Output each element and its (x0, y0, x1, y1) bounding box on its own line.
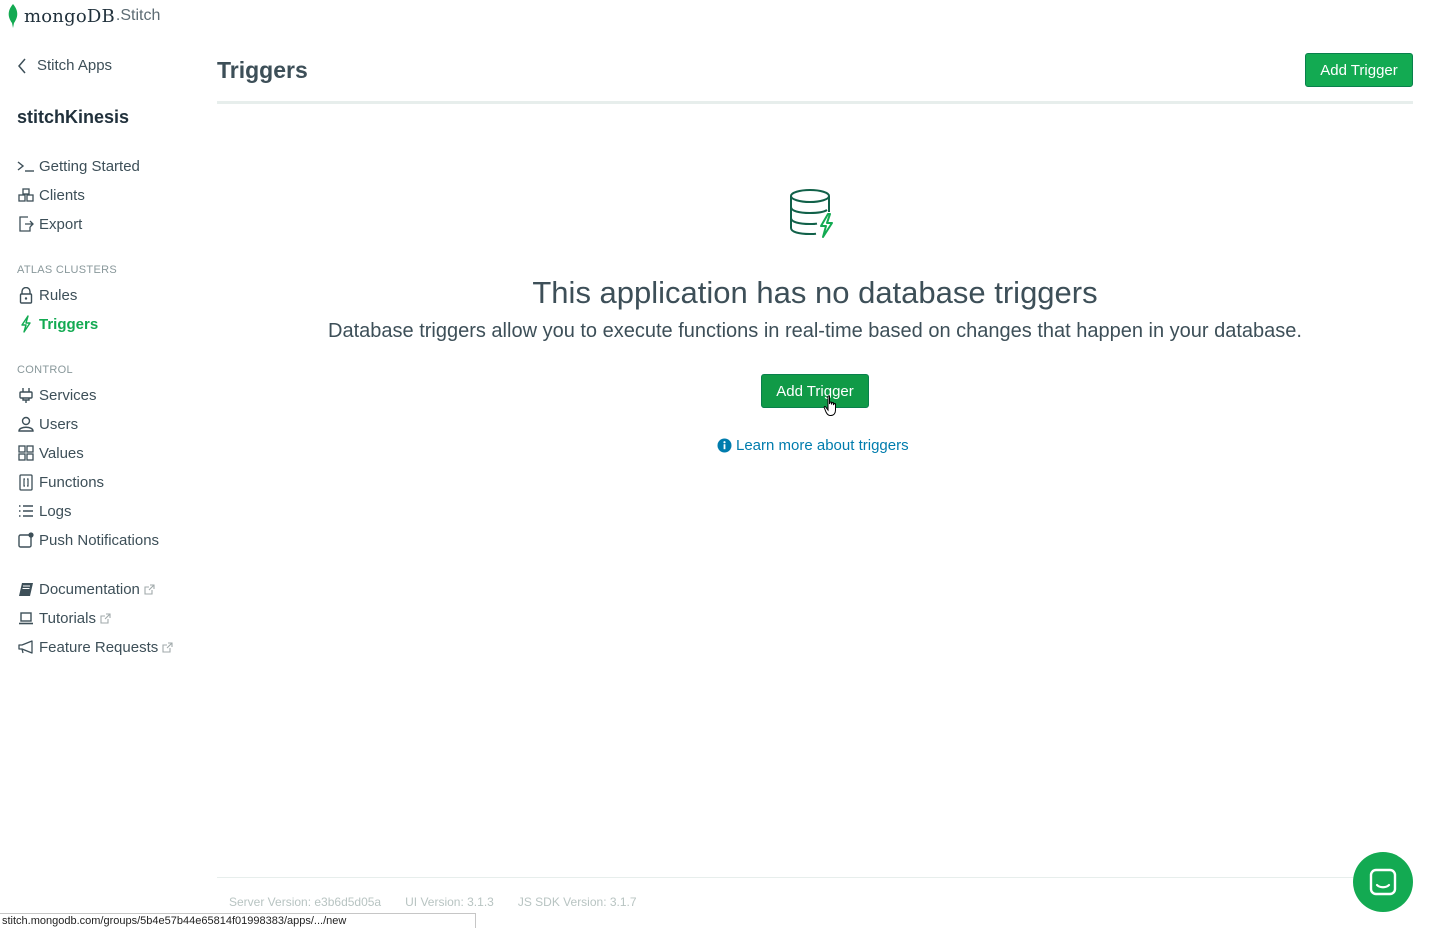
sidebar-item-label: Functions (39, 473, 105, 491)
info-icon (717, 438, 732, 453)
terminal-icon (17, 157, 35, 175)
add-trigger-button[interactable]: Add Trigger (1305, 53, 1413, 87)
sidebar-item-label: Rules (39, 286, 78, 304)
export-icon (17, 215, 35, 233)
sdk-version: JS SDK Version: 3.1.7 (517, 895, 637, 909)
book-icon (17, 580, 35, 598)
chat-icon (1369, 868, 1397, 896)
laptop-icon (17, 609, 35, 627)
sidebar-item-tutorials[interactable]: Tutorials (17, 607, 111, 629)
function-file-icon (17, 473, 35, 491)
sidebar-item-values[interactable]: Values (17, 442, 84, 464)
plug-icon (17, 386, 35, 404)
sidebar-item-label: Tutorials (39, 609, 96, 627)
sidebar-item-clients[interactable]: Clients (17, 184, 85, 206)
sidebar-item-label: Documentation (39, 580, 140, 598)
sidebar-item-getting-started[interactable]: Getting Started (17, 155, 140, 177)
sidebar-item-logs[interactable]: Logs (17, 500, 72, 522)
sidebar-item-label: Push Notifications (39, 531, 160, 549)
sidebar-item-documentation[interactable]: Documentation (17, 578, 155, 600)
version-footer: Server Version: e3b6d5d05a UI Version: 3… (229, 895, 637, 909)
sidebar: Stitch Apps stitchKinesis Getting Starte… (0, 0, 200, 928)
sidebar-item-label: Users (39, 415, 79, 433)
bolt-icon (17, 315, 35, 333)
chat-support-button[interactable] (1353, 852, 1413, 912)
sidebar-item-label: Feature Requests (39, 638, 159, 656)
server-version: Server Version: e3b6d5d05a (229, 895, 382, 909)
empty-state-title: This application has no database trigger… (532, 275, 1098, 310)
sidebar-item-rules[interactable]: Rules (17, 284, 77, 306)
external-link-icon (144, 583, 155, 595)
notification-icon (17, 531, 35, 549)
browser-status-url: stitch.mongodb.com/groups/5b4e57b44e6581… (0, 913, 476, 928)
sidebar-item-services[interactable]: Services (17, 384, 97, 406)
learn-more-label: Learn more about triggers (736, 437, 909, 454)
database-trigger-icon (790, 189, 833, 238)
lock-icon (17, 286, 35, 304)
clients-icon (17, 186, 35, 204)
external-link-icon (100, 612, 111, 624)
sidebar-item-triggers[interactable]: Triggers (17, 313, 98, 335)
list-icon (17, 502, 35, 520)
section-label-atlas-clusters: ATLAS CLUSTERS (17, 264, 117, 276)
sidebar-item-label: Getting Started (39, 157, 140, 175)
app-name: stitchKinesis (17, 107, 130, 127)
sidebar-item-export[interactable]: Export (17, 213, 82, 235)
sidebar-item-functions[interactable]: Functions (17, 471, 104, 493)
sidebar-item-label: Triggers (39, 315, 99, 333)
hand-pointer-cursor-icon (823, 395, 836, 416)
sidebar-item-label: Export (39, 215, 83, 233)
footer-divider (217, 877, 1413, 878)
back-to-stitch-apps-link[interactable]: Stitch Apps (17, 57, 112, 74)
external-link-icon (162, 641, 173, 653)
sidebar-item-feature-requests[interactable]: Feature Requests (17, 636, 173, 658)
page-title: Triggers (217, 57, 308, 83)
header-divider (217, 101, 1413, 104)
sidebar-item-users[interactable]: Users (17, 413, 78, 435)
section-label-control: CONTROL (17, 364, 73, 376)
sidebar-item-label: Values (39, 444, 84, 462)
megaphone-icon (17, 638, 35, 656)
sidebar-item-label: Clients (39, 186, 85, 204)
sidebar-item-label: Logs (39, 502, 72, 520)
add-trigger-center-button[interactable]: Add Trigger (761, 374, 869, 408)
back-link-label: Stitch Apps (37, 57, 113, 74)
learn-more-triggers-link[interactable]: Learn more about triggers (717, 437, 909, 454)
user-icon (17, 415, 35, 433)
chevron-left-icon (18, 58, 26, 73)
empty-state-description: Database triggers allow you to execute f… (328, 320, 1302, 342)
ui-version: UI Version: 3.1.3 (405, 895, 494, 909)
sidebar-item-push-notifications[interactable]: Push Notifications (17, 529, 159, 551)
grid-icon (17, 444, 35, 462)
sidebar-item-label: Services (39, 386, 97, 404)
